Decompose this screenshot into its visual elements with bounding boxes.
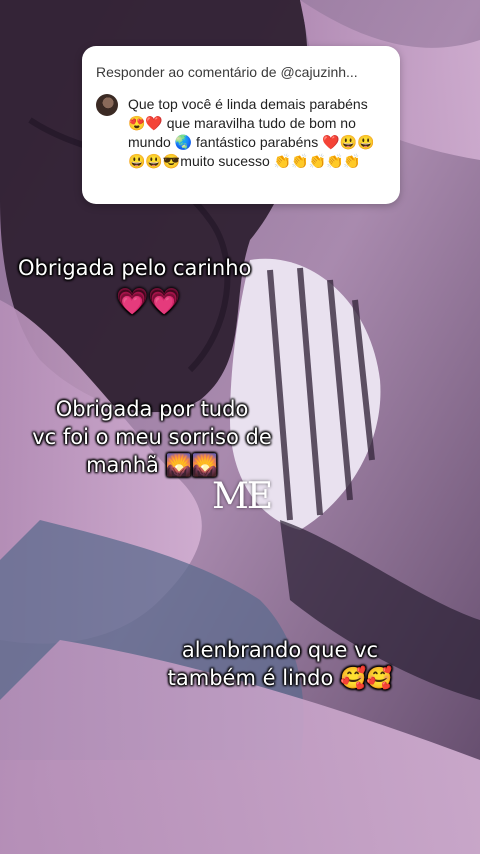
caption-line-1: Obrigada pelo carinho <box>18 256 252 280</box>
reply-comment-card[interactable]: Responder ao comentário de @cajuzinh... … <box>82 46 400 204</box>
reply-header: Responder ao comentário de @cajuzinh... <box>96 64 358 80</box>
caption-hearts: 💗💗 <box>116 287 181 317</box>
comment-text: Que top você é linda demais parabéns 😍❤️… <box>128 96 375 169</box>
watermark-logo: ME <box>212 476 273 517</box>
commenter-avatar <box>96 94 118 116</box>
caption-line-2: Obrigada por tudo vc foi o meu sorriso d… <box>32 397 272 477</box>
caption-line-3: alenbrando que vc também é lindo 🥰🥰 <box>167 638 393 690</box>
